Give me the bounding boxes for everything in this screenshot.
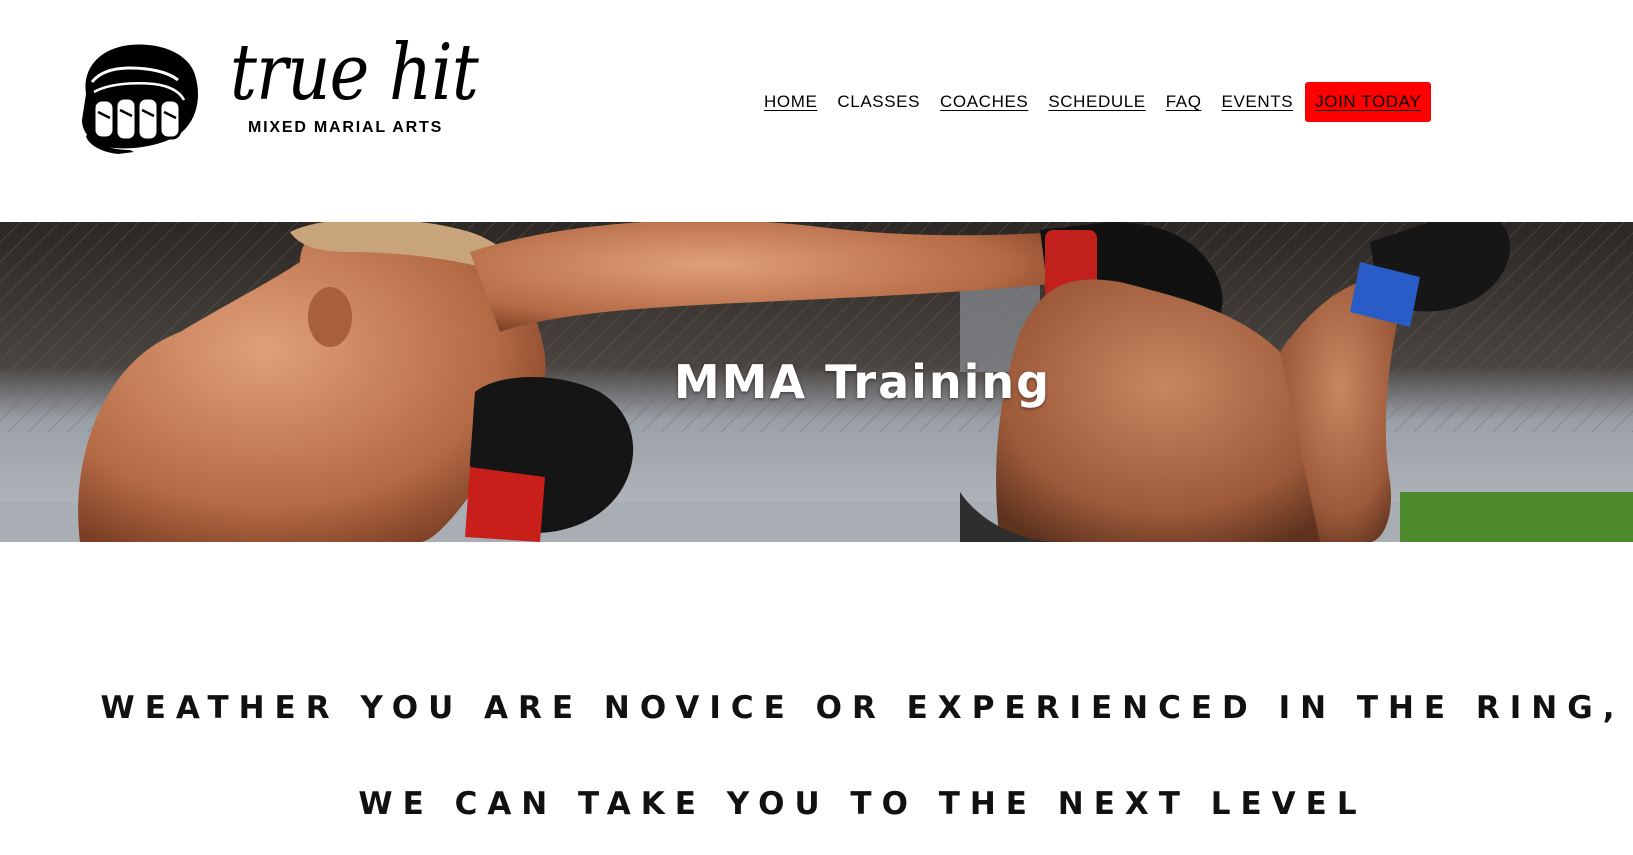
hero-banner: MMA Training	[0, 222, 1633, 542]
logo-wordmark: true hit	[230, 28, 479, 118]
nav-faq[interactable]: FAQ	[1166, 92, 1202, 112]
nav-events[interactable]: EVENTS	[1222, 92, 1294, 112]
nav-schedule[interactable]: SCHEDULE	[1048, 92, 1145, 112]
logo-tagline: MIXED MARIAL ARTS	[248, 119, 444, 136]
nav-home[interactable]: HOME	[764, 92, 817, 112]
hero-title: MMA Training	[673, 355, 1052, 409]
join-today-button[interactable]: JOIN TODAY	[1305, 82, 1432, 122]
nav-classes[interactable]: CLASSES	[837, 92, 920, 112]
tagline-line-2: WE CAN TAKE YOU TO THE NEXT LEVEL	[358, 786, 1367, 822]
fist-icon	[82, 44, 198, 154]
main-nav: HOME CLASSES COACHES SCHEDULE FAQ EVENTS…	[764, 82, 1432, 122]
nav-coaches[interactable]: COACHES	[940, 92, 1028, 112]
site-logo[interactable]: true hit MIXED MARIAL ARTS	[78, 34, 479, 158]
tagline-line-1: WEATHER YOU ARE NOVICE OR EXPERIENCED IN…	[100, 690, 1625, 726]
